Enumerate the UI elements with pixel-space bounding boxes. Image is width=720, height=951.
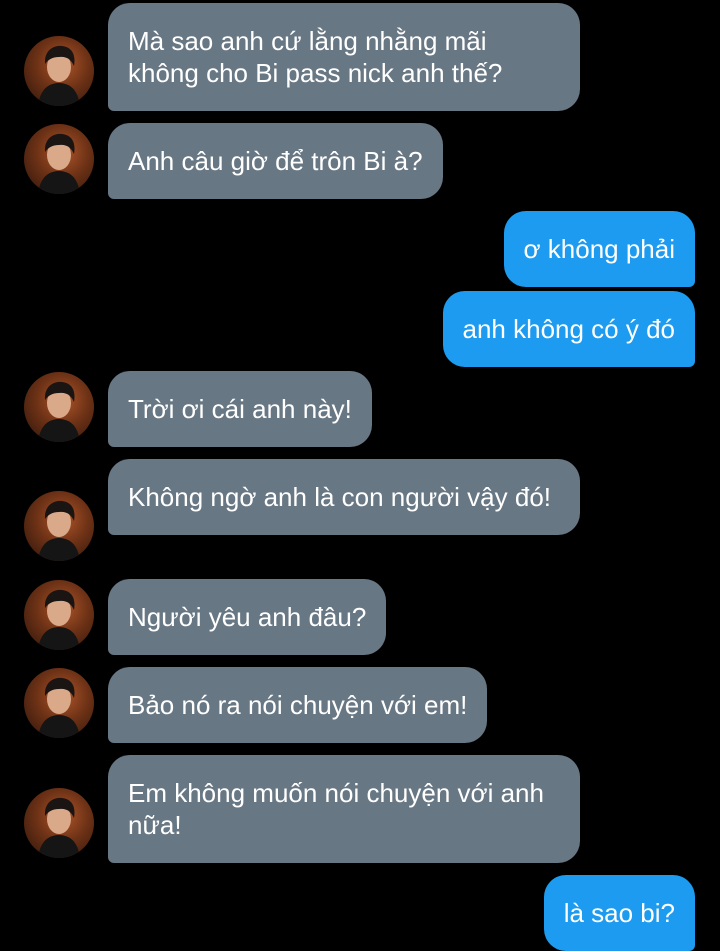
incoming-message-bubble: Mà sao anh cứ lằng nhằng mãi không cho B… <box>108 3 580 111</box>
avatar[interactable] <box>24 788 94 858</box>
person-avatar-icon <box>38 589 80 650</box>
outgoing-message-bubble: ơ không phải <box>503 211 695 287</box>
incoming-message-bubble: Trời ơi cái anh này! <box>108 371 372 447</box>
avatar[interactable] <box>24 580 94 650</box>
person-avatar-icon <box>38 500 80 561</box>
person-avatar-icon <box>38 797 80 858</box>
incoming-message-bubble: Em không muốn nói chuyện với anh nữa! <box>108 755 580 863</box>
avatar[interactable] <box>24 36 94 106</box>
avatar[interactable] <box>24 124 94 194</box>
incoming-message-bubble: Người yêu anh đâu? <box>108 579 387 655</box>
avatar[interactable] <box>24 491 94 561</box>
incoming-message-bubble: Không ngờ anh là con người vậy đó! <box>108 459 580 535</box>
person-avatar-icon <box>38 381 80 442</box>
incoming-message-bubble: Anh câu giờ để trôn Bi à? <box>108 123 443 199</box>
incoming-message-bubble: Bảo nó ra nói chuyện với em! <box>108 667 488 743</box>
avatar[interactable] <box>24 372 94 442</box>
avatar[interactable] <box>24 668 94 738</box>
person-avatar-icon <box>38 677 80 738</box>
outgoing-message-bubble: anh không có ý đó <box>442 291 695 367</box>
person-avatar-icon <box>38 133 80 194</box>
outgoing-message-bubble: là sao bi? <box>543 875 695 951</box>
person-avatar-icon <box>38 45 80 106</box>
